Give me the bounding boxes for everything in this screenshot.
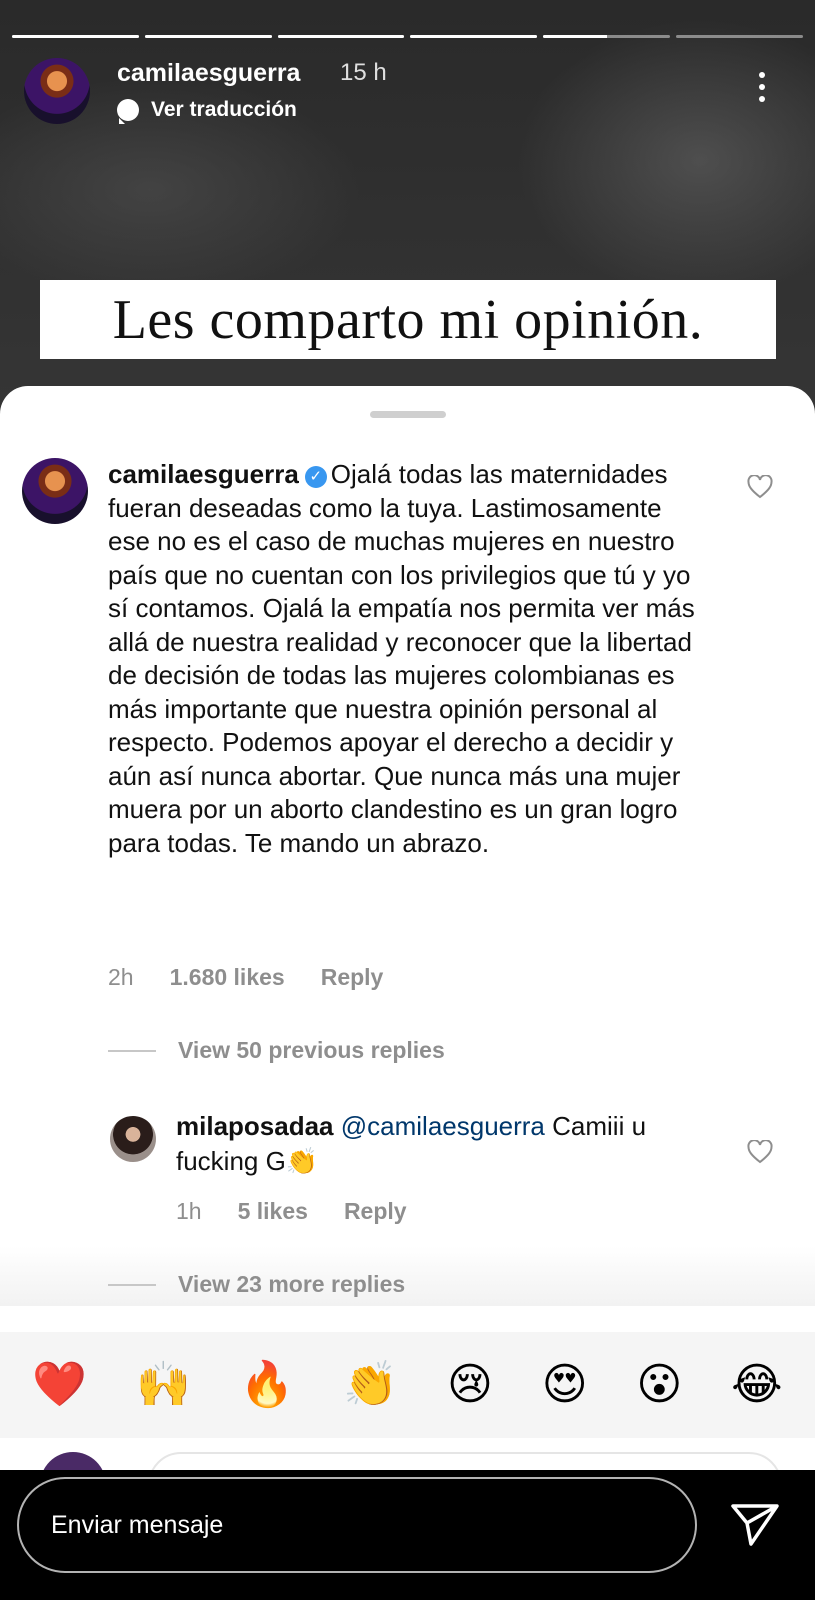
comment-likes[interactable]: 1.680 likes — [170, 964, 285, 991]
see-translation-label: Ver traducción — [151, 98, 297, 121]
send-icon[interactable] — [730, 1503, 780, 1547]
reply-time: 1h — [176, 1198, 202, 1224]
progress-segment — [410, 35, 538, 38]
view-previous-replies-label: View 50 previous replies — [178, 1037, 445, 1063]
comment-time: 2h — [108, 964, 134, 990]
view-more-replies-button[interactable]: View 23 more replies — [108, 1271, 405, 1298]
reaction-laughing[interactable]: 😂 — [731, 1363, 782, 1407]
see-translation-button[interactable]: Ver traducción — [117, 98, 297, 124]
reply-username[interactable]: milaposadaa — [176, 1111, 334, 1141]
reply-likes[interactable]: 5 likes — [238, 1198, 308, 1225]
speech-bubble-icon — [117, 99, 139, 124]
comment-meta: 2h 1.680 likes Reply — [108, 964, 383, 991]
reaction-clap[interactable]: 👏 — [343, 1363, 398, 1407]
view-previous-replies-button[interactable]: View 50 previous replies — [108, 1037, 445, 1064]
progress-segment — [12, 35, 139, 38]
send-message-placeholder: Enviar mensaje — [51, 1510, 224, 1539]
comment-text: Ojalá todas las maternidades fueran dese… — [108, 459, 695, 858]
story-author-username[interactable]: camilaesguerra — [117, 59, 300, 88]
verified-badge-icon: ✓ — [304, 466, 327, 488]
composer-field[interactable] — [148, 1452, 782, 1470]
reply-meta: 1h 5 likes Reply — [176, 1198, 407, 1225]
comment-sheet: camilaesguerra ✓ Ojalá todas las maternida… — [0, 386, 815, 1470]
progress-segment — [676, 35, 803, 38]
reply-avatar[interactable] — [110, 1116, 156, 1162]
divider-line — [108, 1049, 156, 1052]
comment-avatar[interactable] — [22, 458, 88, 524]
heart-outline-icon[interactable] — [747, 1140, 773, 1164]
story-author-avatar[interactable] — [24, 58, 90, 124]
reply-mention[interactable]: @camilaesguerra — [341, 1111, 545, 1141]
comment-composer-partial — [0, 1438, 815, 1470]
reaction-heart[interactable]: ❤️ — [32, 1363, 87, 1407]
reply-reply-button[interactable]: Reply — [344, 1198, 407, 1225]
story-timestamp: 15 h — [340, 59, 387, 86]
reply-body: milaposadaa @camilaesguerra Camiii u fuc… — [176, 1109, 716, 1179]
comment-username[interactable]: camilaesguerra — [108, 459, 299, 489]
progress-segment — [144, 35, 272, 38]
reaction-surprised[interactable]: 😮 — [636, 1363, 682, 1407]
more-options-button[interactable] — [756, 72, 768, 102]
send-message-input[interactable]: Enviar mensaje — [17, 1477, 697, 1573]
sheet-drag-handle[interactable] — [370, 411, 446, 418]
progress-segment — [543, 35, 671, 38]
heart-outline-icon[interactable] — [747, 475, 773, 499]
quick-reactions-bar: ❤️ 🙌 🔥 👏 😢 😍 😮 😂 — [0, 1332, 815, 1438]
story-caption: Les comparto mi opinión. — [112, 288, 704, 351]
comment-reply-button[interactable]: Reply — [321, 964, 384, 991]
story-caption-box: Les comparto mi opinión. — [40, 280, 776, 359]
story-progress-bar — [12, 35, 803, 38]
composer-avatar — [40, 1452, 106, 1470]
comment-body: camilaesguerra ✓ Ojalá todas las maternida… — [108, 458, 698, 860]
progress-segment — [277, 35, 405, 38]
reaction-heart-eyes[interactable]: 😍 — [542, 1363, 588, 1407]
reaction-fire[interactable]: 🔥 — [240, 1363, 295, 1407]
more-vertical-icon — [759, 72, 765, 78]
divider-line — [108, 1283, 156, 1286]
reaction-crying[interactable]: 😢 — [447, 1363, 493, 1407]
reaction-raised-hands[interactable]: 🙌 — [136, 1363, 191, 1407]
view-more-replies-label: View 23 more replies — [178, 1271, 406, 1297]
